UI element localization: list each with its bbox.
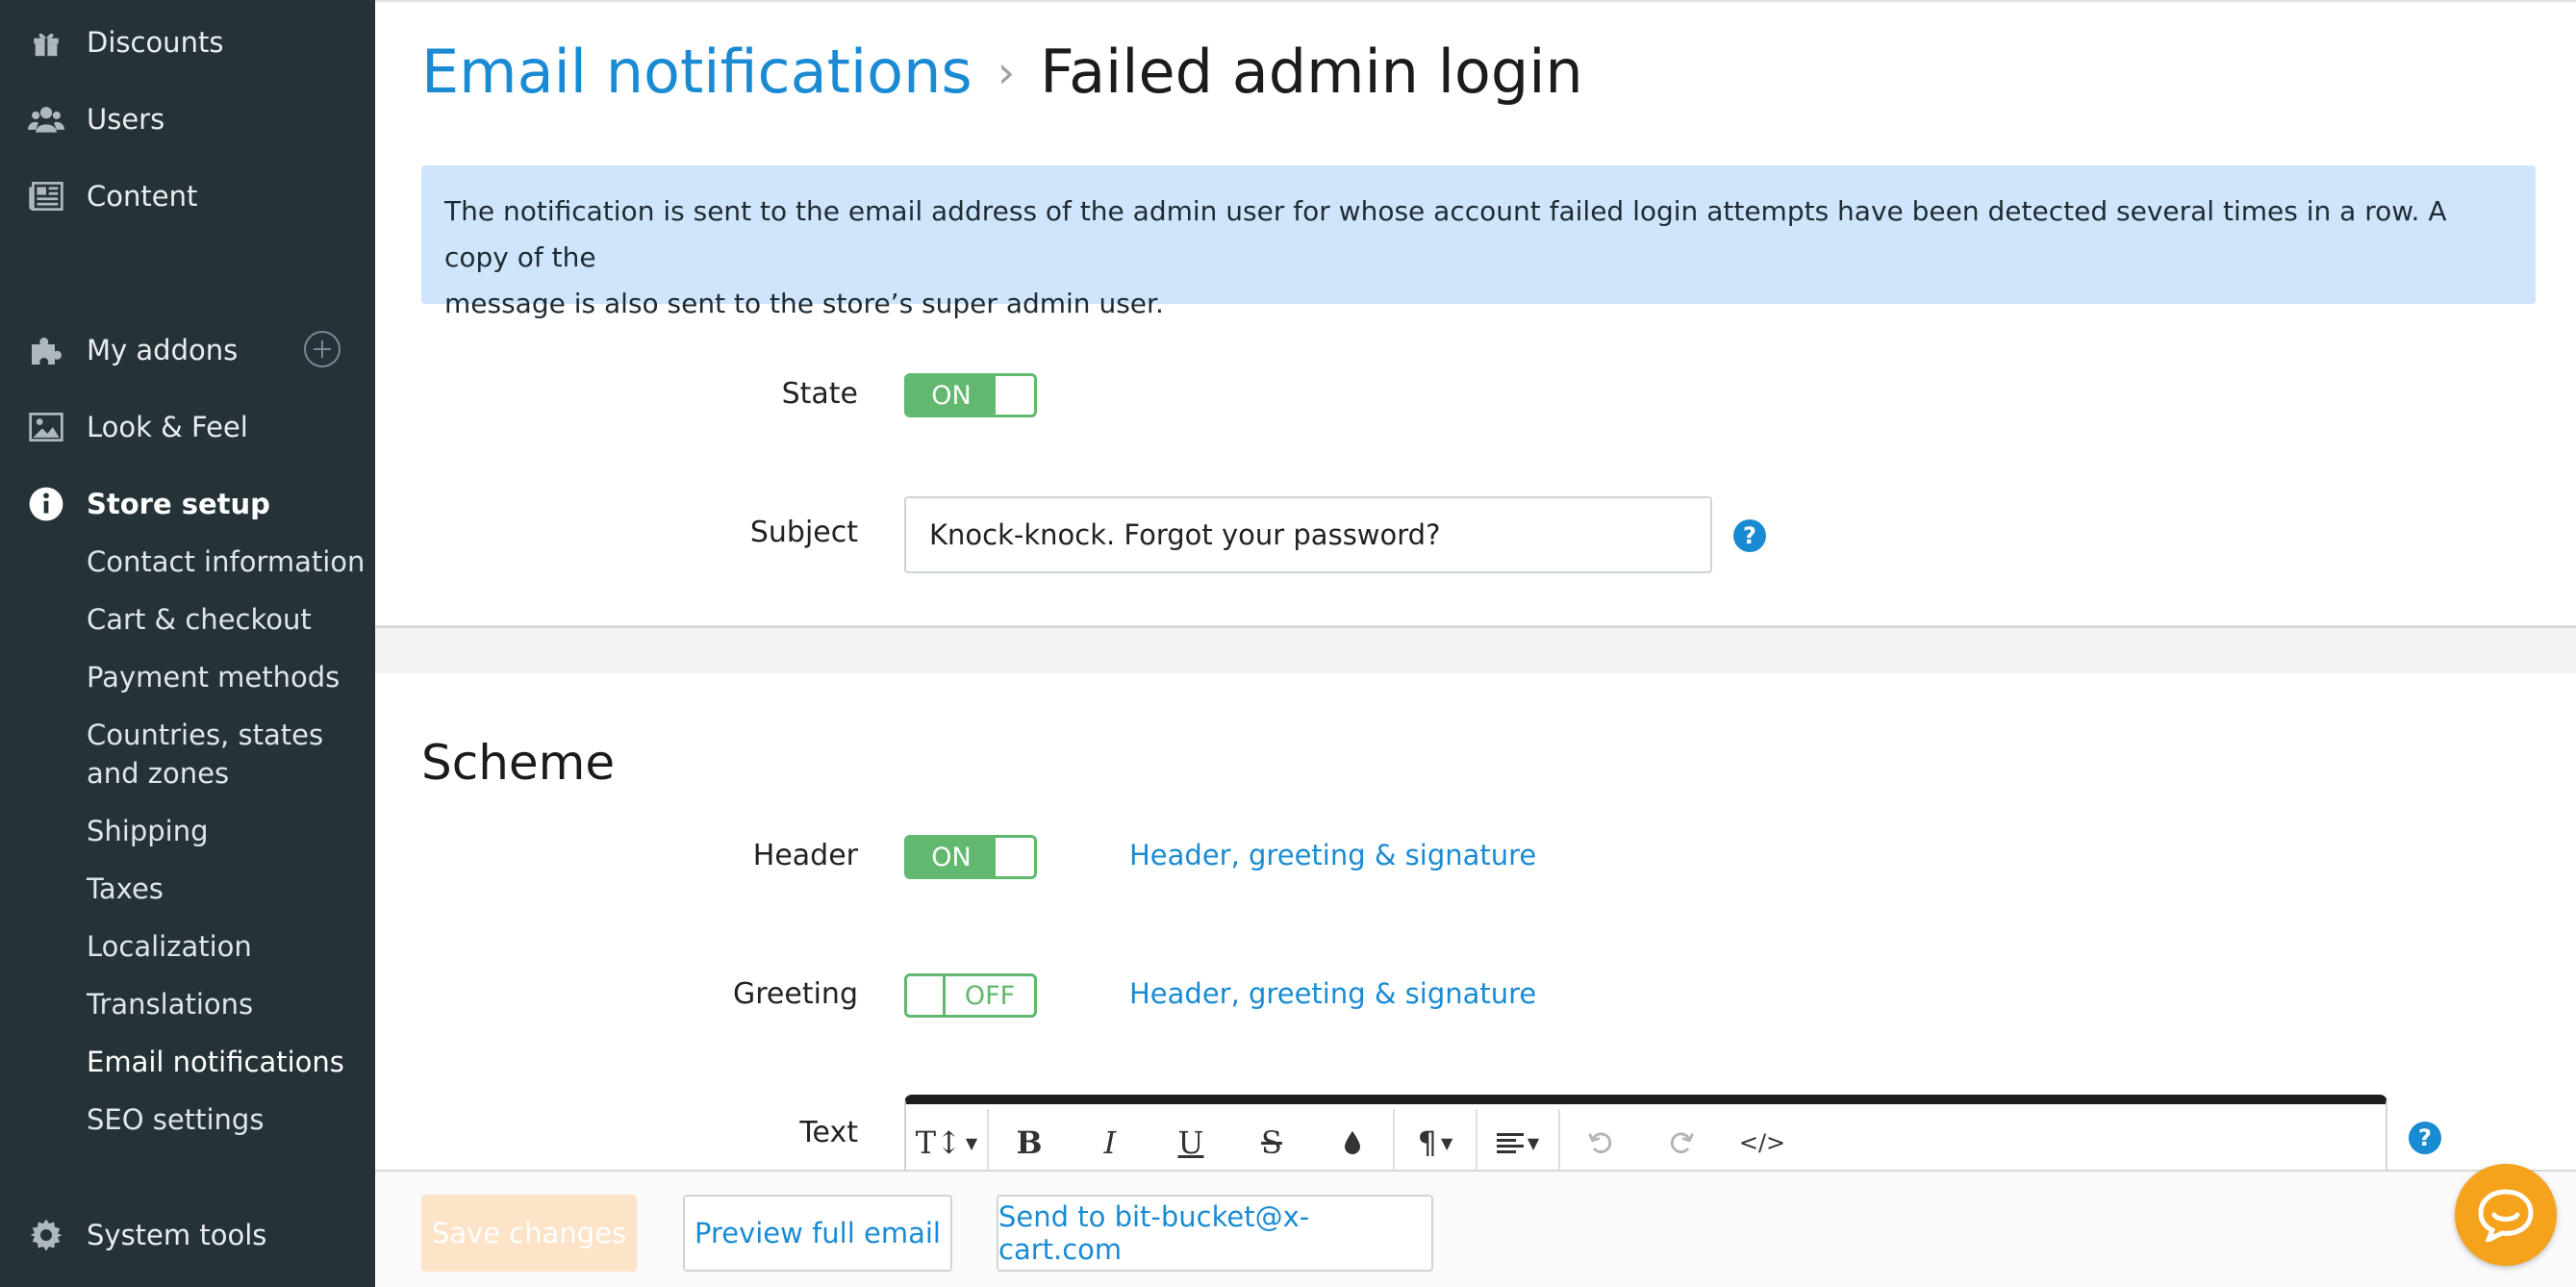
breadcrumb: Email notifications › Failed admin login	[421, 37, 1583, 107]
toggle-knob	[996, 838, 1034, 876]
sidebar-item-system-tools[interactable]: System tools	[0, 1212, 375, 1258]
subitem-localization[interactable]: Localization	[87, 927, 252, 966]
state-toggle[interactable]: ON	[904, 373, 1037, 417]
gear-icon	[25, 1214, 67, 1256]
users-icon	[25, 98, 67, 140]
image-icon	[25, 406, 67, 448]
subitem-email-notifications[interactable]: Email notifications	[87, 1043, 344, 1081]
main-content: Email notifications › Failed admin login…	[375, 0, 2576, 1287]
sidebar-item-label: Users	[87, 103, 165, 136]
redo-icon	[1670, 1132, 1694, 1153]
header-label: Header	[752, 839, 858, 872]
subitem-seo-settings[interactable]: SEO settings	[87, 1100, 264, 1139]
text-label: Text	[799, 1116, 858, 1149]
subitem-countries-states-zones-line2[interactable]: and zones	[87, 754, 229, 793]
code-icon: </>	[1738, 1129, 1786, 1156]
greeting-label: Greeting	[733, 977, 858, 1011]
info-icon	[25, 483, 67, 525]
sidebar-item-label: Content	[87, 180, 198, 213]
sticky-footer: Save changes Preview full email Send to …	[375, 1170, 2576, 1287]
newspaper-icon	[25, 175, 67, 217]
underline-icon: U	[1177, 1124, 1204, 1161]
breadcrumb-link-email-notifications[interactable]: Email notifications	[421, 37, 972, 107]
subitem-contact-information[interactable]: Contact information	[87, 543, 365, 581]
subitem-cart-checkout[interactable]: Cart & checkout	[87, 600, 312, 639]
toggle-on-label: ON	[907, 838, 996, 876]
state-label: State	[781, 377, 858, 411]
subitem-countries-states-zones[interactable]: Countries, states	[87, 716, 323, 754]
sidebar-item-label: My addons	[87, 334, 239, 366]
italic-icon: I	[1103, 1124, 1117, 1161]
subitem-taxes[interactable]: Taxes	[87, 870, 164, 908]
chat-icon	[2478, 1189, 2534, 1242]
section-divider	[375, 625, 2576, 673]
scheme-title: Scheme	[421, 735, 616, 791]
sidebar-item-label: Look & Feel	[87, 411, 248, 443]
subject-help-icon[interactable]: ?	[1733, 519, 1766, 552]
bold-icon: B	[1016, 1124, 1043, 1161]
subitem-shipping[interactable]: Shipping	[87, 812, 209, 850]
add-addon-icon[interactable]	[304, 331, 341, 367]
sidebar-item-label: Discounts	[87, 26, 224, 59]
info-message: The notification is sent to the email ad…	[421, 165, 2536, 319]
toggle-knob	[996, 376, 1034, 415]
undo-icon	[1588, 1132, 1612, 1153]
sidebar-item-label: System tools	[87, 1219, 267, 1251]
page-title: Failed admin login	[1040, 37, 1583, 107]
breadcrumb-separator-icon: ›	[997, 45, 1016, 98]
toggle-off-label: OFF	[964, 980, 1016, 1011]
sidebar-item-users[interactable]: Users	[0, 96, 375, 142]
gift-icon	[25, 21, 67, 63]
subitem-payment-methods[interactable]: Payment methods	[87, 658, 340, 696]
align-left-icon	[1496, 1133, 1524, 1153]
sidebar: Discounts Users Content My addons Look &…	[0, 0, 375, 1287]
paragraph-icon: ¶	[1417, 1124, 1438, 1161]
chat-button[interactable]	[2455, 1164, 2557, 1266]
toggle-on-label: ON	[907, 376, 996, 415]
preview-full-email-button[interactable]: Preview full email	[683, 1195, 952, 1272]
send-test-email-button[interactable]: Send to bit-bucket@x-cart.com	[997, 1195, 1433, 1272]
caret-down-icon: ▼	[1527, 1133, 1540, 1152]
strikethrough-icon: S	[1261, 1124, 1282, 1161]
sidebar-item-store-setup[interactable]: Store setup	[0, 481, 375, 527]
sidebar-item-look-and-feel[interactable]: Look & Feel	[0, 404, 375, 450]
caret-down-icon: ▼	[1441, 1133, 1453, 1152]
caret-down-icon: ▼	[965, 1133, 978, 1152]
greeting-toggle[interactable]: OFF	[904, 973, 1037, 1018]
sidebar-item-discounts[interactable]: Discounts	[0, 19, 375, 65]
save-changes-button[interactable]: Save changes	[421, 1195, 637, 1272]
top-shadow	[375, 0, 2576, 4]
header-settings-link[interactable]: Header, greeting & signature	[1129, 839, 1536, 871]
sidebar-item-content[interactable]: Content	[0, 173, 375, 219]
subject-input[interactable]: Knock-knock. Forgot your password?	[904, 496, 1712, 573]
info-text-line2: message is also sent to the store’s supe…	[444, 288, 1164, 319]
font-size-icon: T↕	[915, 1124, 962, 1161]
sidebar-item-label: Store setup	[87, 488, 270, 520]
toggle-knob	[907, 976, 946, 1015]
text-help-icon[interactable]: ?	[2409, 1122, 2441, 1154]
subject-label: Subject	[749, 516, 858, 549]
droplet-icon	[1345, 1131, 1360, 1154]
puzzle-icon	[25, 329, 67, 371]
header-toggle[interactable]: ON	[904, 835, 1037, 879]
subitem-translations[interactable]: Translations	[87, 985, 253, 1023]
greeting-settings-link[interactable]: Header, greeting & signature	[1129, 977, 1536, 1010]
info-text-line1: The notification is sent to the email ad…	[444, 195, 2447, 273]
